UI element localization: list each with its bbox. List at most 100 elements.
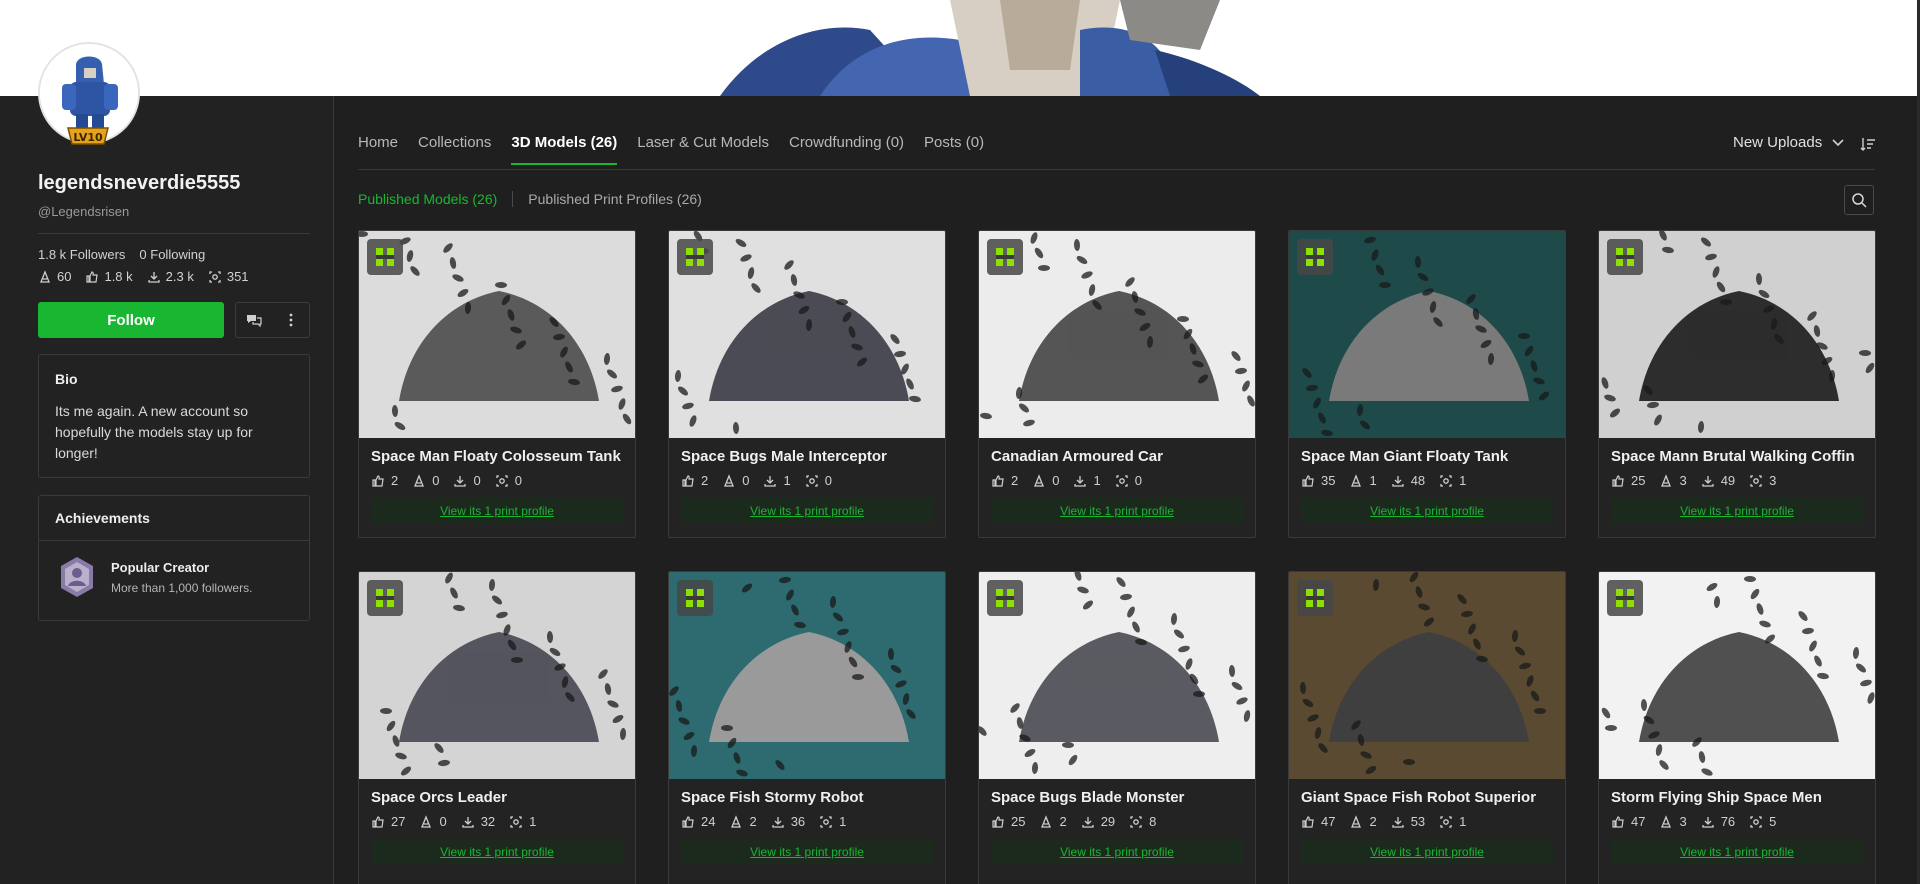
bambu-icon — [996, 248, 1014, 266]
model-thumbnail[interactable] — [979, 231, 1255, 438]
username: legendsneverdie5555 — [38, 172, 241, 194]
metric-boosts-value: 3 — [1769, 473, 1777, 488]
model-title[interactable]: Canadian Armoured Car — [979, 438, 1255, 465]
model-thumbnail[interactable] — [359, 231, 635, 438]
print-profile-link[interactable]: View its 1 print profile — [991, 839, 1243, 864]
model-card[interactable]: Space Bugs Blade Monster 25 2 29 8 View its… — [978, 571, 1256, 884]
download-icon — [1074, 475, 1087, 487]
model-thumbnail[interactable] — [1599, 572, 1875, 779]
model-title[interactable]: Giant Space Fish Robot Superior — [1289, 779, 1565, 806]
model-thumbnail[interactable] — [669, 231, 945, 438]
model-thumbnail[interactable] — [669, 572, 945, 779]
download-icon — [462, 816, 474, 828]
model-card[interactable]: Storm Flying Ship Space Men 47 3 76 5 View … — [1598, 571, 1876, 884]
metric-boosts: 3 — [1749, 473, 1776, 488]
metric-boosts-value: 1 — [1459, 473, 1467, 488]
achievements-card: Achievements Popular Creator More than 1… — [38, 495, 310, 621]
model-metrics: 24 2 36 1 — [669, 806, 945, 829]
subtab-print-profiles[interactable]: Published Print Profiles (26) — [528, 191, 702, 207]
bambu-icon — [686, 248, 704, 266]
level-label: LV10 — [73, 131, 103, 144]
model-thumbnail[interactable] — [1289, 572, 1565, 779]
subtab-published-models[interactable]: Published Models (26) — [358, 191, 497, 207]
print-profile-link[interactable]: View its 1 print profile — [371, 839, 623, 864]
model-card[interactable]: Space Fish Stormy Robot 24 2 36 1 View its … — [668, 571, 946, 884]
sort-order-button[interactable] — [1860, 136, 1876, 157]
print-icon — [724, 473, 735, 487]
model-title[interactable]: Space Bugs Male Interceptor — [669, 438, 945, 465]
print-icon — [1351, 473, 1362, 487]
download-icon — [1082, 816, 1094, 828]
stat-prints: 60 — [38, 269, 71, 284]
model-title[interactable]: Space Bugs Blade Monster — [979, 779, 1255, 806]
thumbs-up-icon — [1612, 474, 1624, 487]
followers-count[interactable]: 1.8 k Followers — [38, 247, 125, 262]
model-card[interactable]: Space Man Floaty Colosseum Tank 2000 Vie… — [358, 230, 636, 538]
print-profile-link[interactable]: View its 1 print profile — [681, 839, 933, 864]
model-title[interactable]: Space Man Floaty Colosseum Tank — [359, 438, 635, 465]
sort-dropdown[interactable]: New Uploads — [1733, 134, 1844, 151]
thumbs-up-icon — [1302, 474, 1314, 487]
print-profile-link[interactable]: View its 1 print profile — [1611, 839, 1863, 864]
stat-downloads-value: 2.3 k — [165, 269, 194, 284]
search-button[interactable] — [1844, 185, 1874, 215]
metric-prints: 2 — [1039, 814, 1067, 829]
metric-likes: 27 — [371, 814, 405, 829]
achievement-item[interactable]: Popular Creator More than 1,000 follower… — [39, 541, 309, 613]
metric-boosts-value: 0 — [514, 473, 522, 488]
subtab-divider — [512, 191, 514, 207]
model-card[interactable]: Space Man Giant Floaty Tank 35 1 48 1 View … — [1288, 230, 1566, 538]
model-thumbnail[interactable] — [1599, 231, 1875, 438]
tab-crowdfunding[interactable]: Crowdfunding (0) — [789, 134, 904, 165]
message-button[interactable] — [236, 303, 273, 337]
print-icon — [1041, 814, 1052, 828]
model-card[interactable]: Canadian Armoured Car 2010 View its 1 pr… — [978, 230, 1256, 538]
print-profile-link[interactable]: View its 1 print profile — [991, 498, 1243, 523]
bambu-icon — [1616, 248, 1634, 266]
model-card[interactable]: Giant Space Fish Robot Superior 47 2 53 1 V… — [1288, 571, 1566, 884]
metric-prints-value: 0 — [439, 814, 447, 829]
model-metrics: 2010 — [979, 465, 1255, 488]
metric-likes-value: 35 — [1321, 473, 1336, 488]
model-card[interactable]: Space Bugs Male Interceptor 2010 View it… — [668, 230, 946, 538]
metric-prints-value: 0 — [742, 473, 750, 488]
model-type-badge — [677, 580, 713, 616]
model-title[interactable]: Storm Flying Ship Space Men — [1599, 779, 1875, 806]
metric-prints-value: 3 — [1679, 473, 1687, 488]
model-title[interactable]: Space Man Giant Floaty Tank — [1289, 438, 1565, 465]
print-icon — [40, 269, 50, 283]
metric-likes-value: 47 — [1321, 814, 1336, 829]
model-thumbnail[interactable] — [359, 572, 635, 779]
print-profile-link[interactable]: View its 1 print profile — [1301, 839, 1553, 864]
print-profile-link[interactable]: View its 1 print profile — [1611, 498, 1863, 523]
metric-likes: 2 — [371, 473, 398, 488]
follow-button[interactable]: Follow — [38, 302, 224, 338]
tab-laser-cut-models[interactable]: Laser & Cut Models — [637, 134, 769, 165]
print-profile-link[interactable]: View its 1 print profile — [681, 498, 933, 523]
tab-posts[interactable]: Posts (0) — [924, 134, 984, 165]
model-thumbnail[interactable] — [1289, 231, 1565, 438]
tab-3d-models[interactable]: 3D Models (26) — [511, 134, 618, 165]
model-title[interactable]: Space Mann Brutal Walking Coffin — [1599, 438, 1875, 465]
tab-home[interactable]: Home — [358, 134, 398, 165]
model-card[interactable]: Space Orcs Leader 27 0 32 1 View its 1 prin… — [358, 571, 636, 884]
model-metrics: 2000 — [359, 465, 635, 488]
model-type-badge — [367, 239, 403, 275]
following-count[interactable]: 0 Following — [139, 247, 205, 262]
metric-downloads: 48 — [1391, 473, 1425, 488]
model-title[interactable]: Space Fish Stormy Robot — [669, 779, 945, 806]
metric-likes-value: 2 — [1011, 473, 1019, 488]
print-icon — [731, 814, 742, 828]
metric-boosts: 1 — [819, 814, 846, 829]
model-metrics: 25 2 29 8 — [979, 806, 1255, 829]
metric-likes-value: 27 — [391, 814, 406, 829]
model-card[interactable]: Space Mann Brutal Walking Coffin 25 3 49 3 … — [1598, 230, 1876, 538]
metric-boosts-value: 1 — [529, 814, 537, 829]
stat-prints-value: 60 — [57, 269, 72, 284]
tab-collections[interactable]: Collections — [418, 134, 491, 165]
model-thumbnail[interactable] — [979, 572, 1255, 779]
print-profile-link[interactable]: View its 1 print profile — [371, 498, 623, 523]
model-title[interactable]: Space Orcs Leader — [359, 779, 635, 806]
more-options-button[interactable] — [273, 303, 310, 337]
print-profile-link[interactable]: View its 1 print profile — [1301, 498, 1553, 523]
